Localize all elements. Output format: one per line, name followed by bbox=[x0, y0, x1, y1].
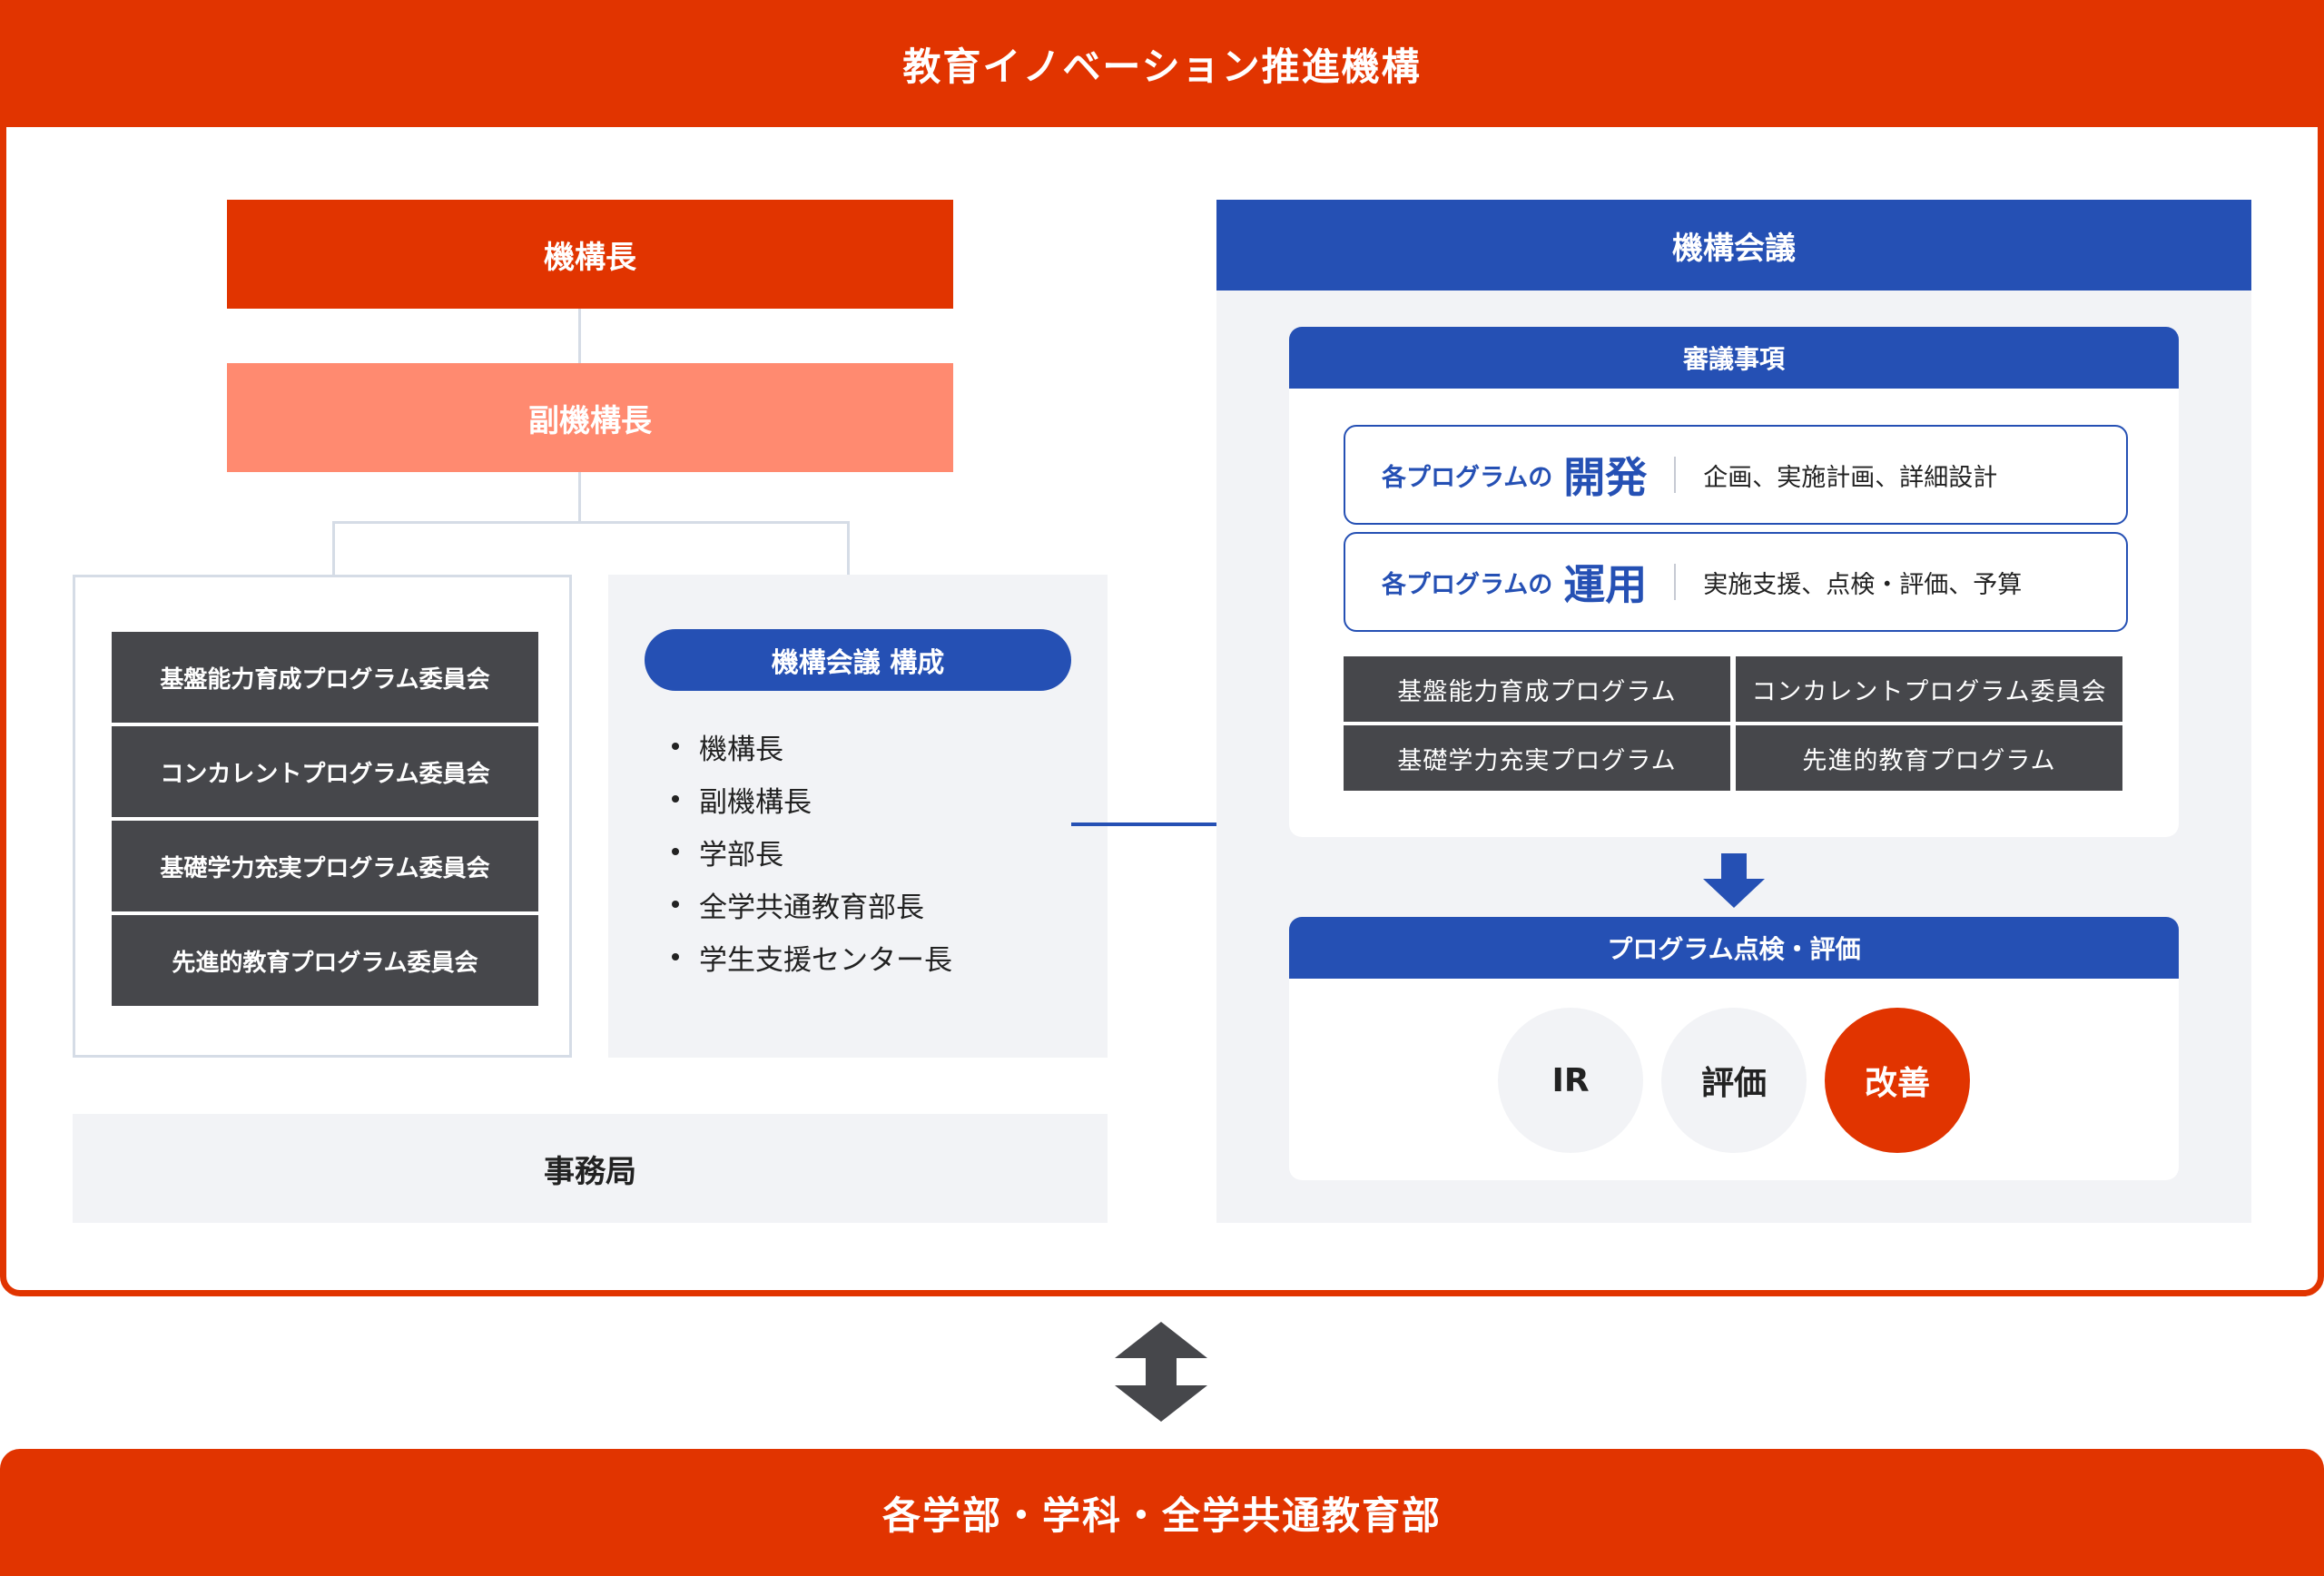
deliberation-title: 審議事項 bbox=[1289, 327, 2179, 389]
member-label: 全学共通教育部長 bbox=[699, 891, 924, 924]
row-detail: 実施支援、点検・評価、予算 bbox=[1703, 570, 2023, 599]
connector-line bbox=[332, 521, 850, 524]
program-cell: 基礎学力充実プログラム bbox=[1344, 725, 1730, 791]
row-prefix: 各プログラムの bbox=[1382, 463, 1553, 492]
divider bbox=[1674, 457, 1677, 493]
deliberation-card: 審議事項 各プログラムの 開発 企画、実施計画、詳細設計 各プログラムの 運用 … bbox=[1289, 327, 2179, 837]
program-development-row: 各プログラムの 開発 企画、実施計画、詳細設計 bbox=[1344, 425, 2128, 525]
committee-panel: 基盤能力育成プログラム委員会 コンカレントプログラム委員会 基礎学力充実プログラ… bbox=[73, 575, 572, 1058]
director-box: 機構長 bbox=[227, 200, 953, 309]
composition-title: 機構会議 構成 bbox=[645, 629, 1071, 691]
bullet-icon bbox=[672, 743, 679, 750]
list-item: 学部長 bbox=[672, 825, 1071, 878]
list-item: 学生支援センター長 bbox=[672, 931, 1071, 983]
row-prefix: 各プログラムの bbox=[1382, 570, 1553, 599]
ir-circle: IR bbox=[1498, 1008, 1643, 1153]
program-cell: 先進的教育プログラム bbox=[1736, 725, 2122, 791]
committee-item: 基礎学力充実プログラム委員会 bbox=[112, 821, 538, 911]
improvement-circle: 改善 bbox=[1825, 1008, 1970, 1153]
list-item: 全学共通教育部長 bbox=[672, 878, 1071, 931]
member-label: 学部長 bbox=[699, 838, 783, 872]
evaluation-title: プログラム点検・評価 bbox=[1289, 917, 2179, 979]
list-item: 機構長 bbox=[672, 720, 1071, 773]
bullet-icon bbox=[672, 795, 679, 803]
arrow-down-icon bbox=[1703, 853, 1765, 908]
organization-title: 教育イノベーション推進機構 bbox=[0, 0, 2324, 127]
evaluation-circle: 評価 bbox=[1661, 1008, 1807, 1153]
member-label: 機構長 bbox=[699, 733, 783, 766]
composition-panel: 機構会議 構成 機構長 副機構長 学部長 全学共通教育部長 学生支援センター長 bbox=[608, 575, 1108, 1058]
committee-item: コンカレントプログラム委員会 bbox=[112, 726, 538, 817]
evaluation-card: プログラム点検・評価 IR 評価 改善 bbox=[1289, 917, 2179, 1180]
program-operation-row: 各プログラムの 運用 実施支援、点検・評価、予算 bbox=[1344, 532, 2128, 632]
bullet-icon bbox=[672, 848, 679, 855]
connector-line bbox=[578, 309, 581, 363]
faculties-bar: 各学部・学科・全学共通教育部 bbox=[0, 1449, 2324, 1576]
program-cell: 基盤能力育成プログラム bbox=[1344, 656, 1730, 722]
committee-item: 基盤能力育成プログラム委員会 bbox=[112, 632, 538, 723]
row-keyword: 運用 bbox=[1563, 560, 1648, 609]
bullet-icon bbox=[672, 901, 679, 908]
double-arrow-icon bbox=[1115, 1322, 1207, 1422]
connector-line bbox=[578, 472, 581, 523]
composition-list: 機構長 副機構長 学部長 全学共通教育部長 学生支援センター長 bbox=[672, 720, 1071, 983]
council-title: 機構会議 bbox=[1216, 200, 2251, 291]
program-cell: コンカレントプログラム委員会 bbox=[1736, 656, 2122, 722]
connector-line bbox=[332, 521, 335, 576]
row-detail: 企画、実施計画、詳細設計 bbox=[1703, 463, 1998, 492]
list-item: 副機構長 bbox=[672, 773, 1071, 825]
connector-line bbox=[847, 521, 850, 576]
row-keyword: 開発 bbox=[1563, 453, 1648, 502]
committee-item: 先進的教育プログラム委員会 bbox=[112, 915, 538, 1006]
secretariat-box: 事務局 bbox=[73, 1114, 1108, 1223]
member-label: 学生支援センター長 bbox=[699, 943, 952, 977]
divider bbox=[1674, 564, 1677, 600]
vice-director-box: 副機構長 bbox=[227, 363, 953, 472]
bullet-icon bbox=[672, 953, 679, 960]
member-label: 副機構長 bbox=[699, 785, 812, 819]
